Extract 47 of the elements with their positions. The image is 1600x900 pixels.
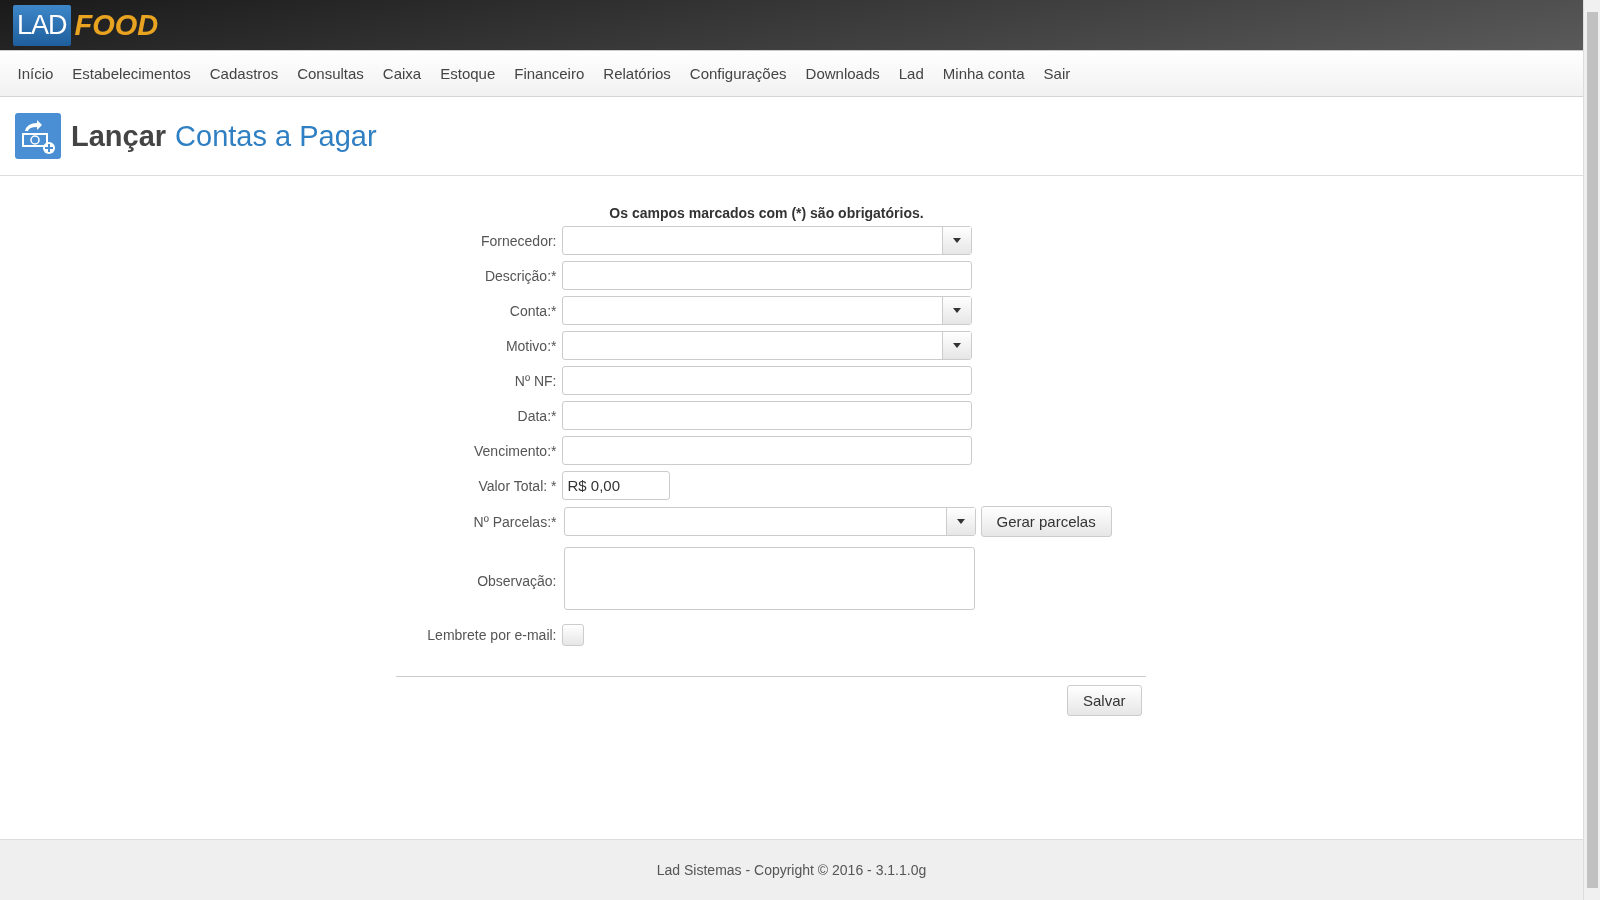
footer-text: Lad Sistemas - Copyright © 2016 - 3.1.1.0g	[656, 862, 927, 878]
caret-icon	[952, 238, 961, 243]
nav-link[interactable]: Sair	[1034, 65, 1080, 82]
select-field[interactable]	[563, 507, 976, 536]
field-label: Data:*	[516, 407, 558, 424]
field-label: Nº Parcelas:*	[472, 513, 558, 530]
nav-link[interactable]: Configurações	[680, 65, 797, 82]
nav-link[interactable]: Consultas	[287, 65, 374, 82]
caret-icon	[956, 519, 965, 524]
generate-button[interactable]: Gerar parcelas	[980, 506, 1112, 537]
input-field[interactable]	[561, 401, 972, 430]
nav-link[interactable]: Relatórios	[593, 65, 681, 82]
caret-icon	[952, 343, 961, 348]
field-label: Descrição:*	[483, 267, 558, 284]
required-notice: Os campos marcados com (*) são obrigatórios.	[608, 205, 925, 221]
input-field[interactable]	[561, 436, 972, 465]
input-field[interactable]: R$ 0,00	[561, 471, 670, 500]
input-field[interactable]	[561, 261, 972, 290]
nav-link[interactable]: Caixa	[373, 65, 431, 82]
nav-link[interactable]: Downloads	[796, 65, 890, 82]
nav-link[interactable]: Minha conta	[933, 65, 1035, 82]
nav-link[interactable]: Início	[8, 65, 63, 82]
caret-icon	[952, 308, 961, 313]
nav-link[interactable]: Estoque	[430, 65, 505, 82]
field-label: Fornecedor:	[480, 232, 558, 249]
field-label: Valor Total: *	[477, 477, 558, 494]
money-bill-icon	[15, 113, 61, 159]
nav-link[interactable]: Lad	[889, 65, 934, 82]
checkbox[interactable]	[561, 624, 584, 646]
field-label: Conta:*	[508, 302, 558, 319]
scrollbar[interactable]	[1583, 0, 1600, 900]
logo: LAD FOOD	[13, 4, 159, 46]
nav-link[interactable]: Financeiro	[504, 65, 594, 82]
field-label: Vencimento:*	[473, 442, 558, 459]
select-field[interactable]	[561, 331, 972, 360]
nav-link[interactable]: Estabelecimentos	[62, 65, 201, 82]
field-label: Nº NF:	[513, 372, 558, 389]
field-label: Lembrete por e-mail:	[426, 627, 558, 643]
select-field[interactable]	[561, 296, 972, 325]
page-title: Lançar Contas a Pagar	[71, 119, 377, 153]
textarea-field[interactable]	[563, 547, 975, 610]
field-label: Motivo:*	[504, 337, 558, 354]
save-button[interactable]: Salvar	[1066, 685, 1142, 716]
select-field[interactable]	[561, 226, 972, 255]
nav-link[interactable]: Cadastros	[200, 65, 288, 82]
field-label: Observação:	[476, 572, 558, 589]
input-field[interactable]	[561, 366, 972, 395]
